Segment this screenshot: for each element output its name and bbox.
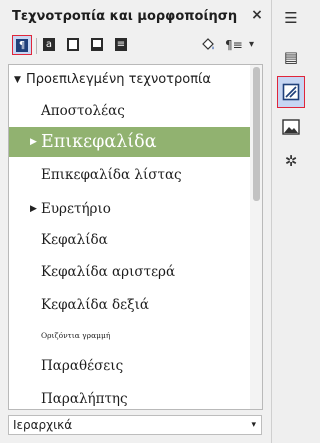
frame-styles-icon [67,38,79,51]
sidebar-tabbar: ☰ ▤ ✲ [273,0,309,443]
vertical-scrollbar[interactable] [250,65,262,409]
styles-icon[interactable] [277,76,305,108]
chevron-down-icon[interactable]: ▾ [249,37,254,53]
chevron-down-icon: ▾ [251,420,256,430]
style-item[interactable]: Κεφαλίδα δεξιά [9,290,250,320]
page-styles-icon [91,38,103,51]
expanded-arrow-icon[interactable]: ▼ [14,65,21,95]
style-item-label: Κεφαλίδα δεξιά [41,297,149,313]
paragraph-styles-button[interactable]: ¶ [12,35,32,55]
style-filter-value: Ιεραρχικά [13,418,73,432]
gallery-icon[interactable] [277,114,305,140]
style-item-label: Οριζόντια γραμμή [41,331,111,340]
styles-toolbar: ¶ a ≡ ¶≡ ▾ [8,33,268,59]
navigator-icon[interactable]: ✲ [277,148,305,174]
frame-styles-button[interactable] [64,35,84,55]
sidebar-menu-icon[interactable]: ☰ [277,5,305,31]
style-item-label: Παραλήπτης [41,391,128,407]
style-item[interactable]: Αποστολέας [9,96,250,126]
style-item-label: Επικεφαλίδα [41,132,157,152]
style-item-label: Επικεφαλίδα λίστας [41,167,182,183]
style-item-label: Παραθέσεις [41,358,124,374]
paragraph-styles-icon: ¶ [16,39,28,52]
styles-deck: Τεχνοτροπία και μορφοποίηση × ¶ a ≡ ¶≡ ▾… [0,0,272,443]
scrollbar-thumb[interactable] [253,67,260,201]
style-item[interactable]: Παραλήπτης [9,384,250,409]
character-styles-button[interactable]: a [40,35,60,55]
style-item[interactable]: Παραθέσεις [9,351,250,381]
list-styles-icon: ≡ [115,38,127,51]
style-item[interactable]: ▶ Ευρετήριο [9,194,250,224]
style-item[interactable]: Κεφαλίδα αριστερά [9,257,250,287]
style-item[interactable]: Οριζόντια γραμμή [9,321,250,351]
style-item[interactable]: Επικεφαλίδα λίστας [9,160,250,190]
character-styles-icon: a [43,38,55,51]
style-item-selected[interactable]: ▶ Επικεφαλίδα [9,127,250,157]
style-item-label: Κεφαλίδα αριστερά [41,264,176,280]
close-icon[interactable]: × [249,7,265,23]
paint-bucket-icon[interactable] [200,37,216,57]
properties-icon[interactable]: ▤ [277,44,305,70]
page-styles-button[interactable] [88,35,108,55]
collapsed-arrow-icon[interactable]: ▶ [30,127,37,157]
tree-root-label: Προεπιλεγμένη τεχνοτροπία [26,72,211,87]
tree-root[interactable]: ▼ Προεπιλεγμένη τεχνοτροπία [9,65,250,95]
style-item[interactable]: Κεφαλίδα [9,225,250,255]
toolbar-separator [36,38,37,54]
panel-title: Τεχνοτροπία και μορφοποίηση [12,9,238,24]
new-style-button[interactable]: ¶≡ [225,37,243,53]
style-item-label: Αποστολέας [41,103,125,119]
styles-list[interactable]: ▼ Προεπιλεγμένη τεχνοτροπία Αποστολέας ▶… [8,64,263,410]
style-item-label: Ευρετήριο [41,201,111,217]
collapsed-arrow-icon[interactable]: ▶ [30,194,37,224]
list-styles-button[interactable]: ≡ [112,35,132,55]
style-filter-dropdown[interactable]: Ιεραρχικά ▾ [8,415,262,435]
style-item-label: Κεφαλίδα [41,232,108,248]
